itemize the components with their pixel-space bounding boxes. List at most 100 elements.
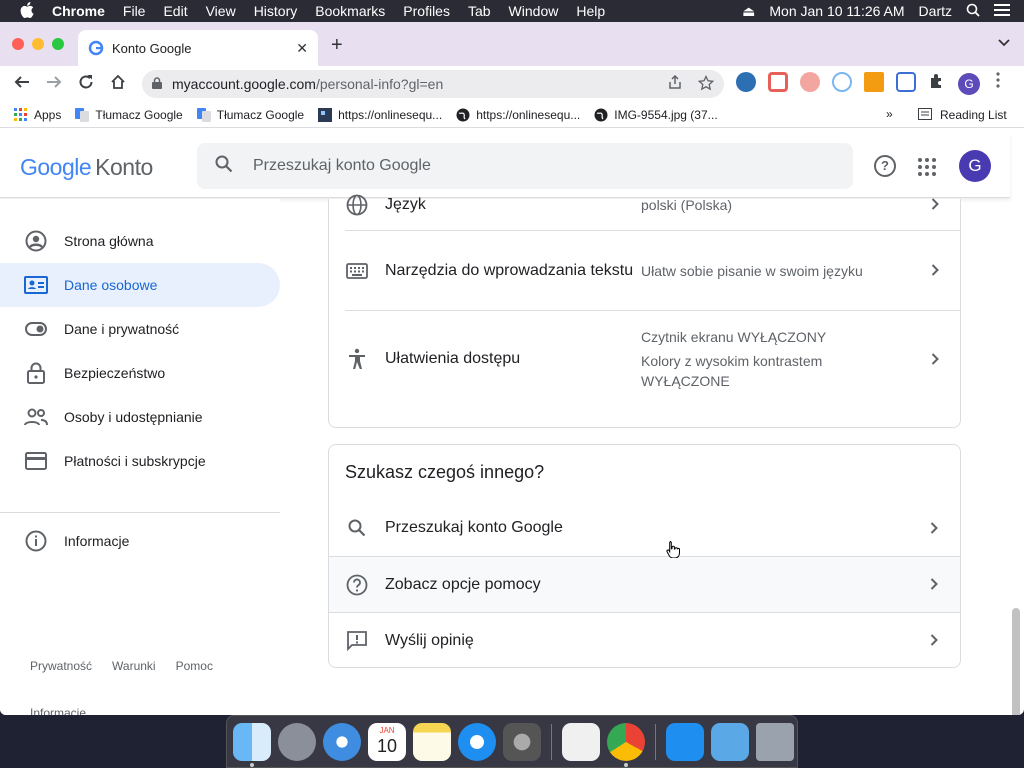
menu-profiles[interactable]: Profiles — [403, 3, 450, 19]
app-store-folder-icon[interactable] — [666, 722, 704, 761]
browser-toolbar: myaccount.google.com /personal-info?gl=e… — [0, 66, 1024, 102]
sidebar-item-security[interactable]: Bezpieczeństwo — [0, 351, 280, 395]
sidebar-item-personal-info[interactable]: Dane osobowe — [0, 263, 280, 307]
share-icon[interactable] — [668, 74, 682, 94]
calendar-icon[interactable]: JAN 10 — [368, 722, 406, 761]
sidebar-item-people-sharing[interactable]: Osoby i udostępnianie — [0, 395, 280, 439]
tab-search-chevron-icon[interactable] — [998, 36, 1010, 50]
extension-2-icon[interactable] — [768, 72, 788, 92]
search-icon — [345, 519, 369, 537]
bookmark-apps[interactable]: Apps — [14, 107, 61, 122]
back-arrow-icon[interactable] — [6, 74, 38, 95]
chrome-menu-icon[interactable] — [996, 72, 1000, 93]
reading-list-button[interactable]: Reading List — [918, 108, 1007, 123]
spotlight-search-icon[interactable] — [966, 3, 980, 20]
sidebar-item-data-privacy[interactable]: Dane i prywatność — [0, 307, 280, 351]
row-title: Zobacz opcje pomocy — [385, 575, 541, 593]
sidebar-item-label: Bezpieczeństwo — [64, 365, 166, 381]
extension-6-icon[interactable] — [896, 72, 916, 92]
menu-app-name[interactable]: Chrome — [52, 3, 105, 19]
finder-icon[interactable] — [233, 722, 271, 767]
footer-terms-link[interactable]: Warunki — [112, 659, 156, 673]
sidebar-item-home[interactable]: Strona główna — [0, 219, 280, 263]
send-feedback-row[interactable]: Wyślij opinię — [329, 612, 960, 668]
footer-info-link[interactable]: Informacje — [30, 706, 86, 715]
google-apps-icon[interactable] — [918, 158, 936, 176]
extension-1-icon[interactable] — [736, 72, 756, 92]
puzzle-extensions-icon[interactable] — [928, 72, 948, 92]
forward-arrow-icon[interactable] — [38, 74, 70, 95]
sidebar-footer-links: Prywatność Warunki Pomoc — [30, 659, 213, 673]
bookmark-star-icon[interactable] — [697, 74, 715, 94]
menu-window[interactable]: Window — [509, 3, 559, 19]
screen-reader-status: Czytnik ekranu WYŁĄCZONY — [641, 329, 827, 345]
bookmark-label: https://onlinesequ... — [476, 107, 581, 122]
extension-3-icon[interactable] — [800, 72, 820, 92]
url-host: myaccount.google.com — [172, 76, 316, 92]
safari-icon[interactable] — [323, 722, 361, 761]
bookmark-onlinesequ-2[interactable]: https://onlinesequ... — [456, 108, 580, 122]
menu-bookmarks[interactable]: Bookmarks — [315, 3, 385, 19]
search-icon[interactable] — [215, 155, 233, 178]
input-tools-row[interactable]: Narzędzia do wprowadzania tekstu Ułatw s… — [345, 231, 961, 311]
zoom-window-button[interactable] — [52, 38, 64, 50]
search-account-row[interactable]: Przeszukaj konto Google — [329, 500, 960, 556]
google-konto-logo[interactable]: Google Konto — [20, 154, 153, 181]
system-preferences-icon[interactable] — [503, 722, 541, 761]
extension-4-icon[interactable] — [832, 72, 852, 92]
menubar-user[interactable]: Dartz — [919, 3, 952, 19]
eject-icon[interactable]: ⏏ — [742, 3, 755, 20]
menu-history[interactable]: History — [254, 3, 298, 19]
chevron-right-icon — [931, 194, 939, 215]
control-center-icon[interactable] — [994, 3, 1010, 20]
sidebar-item-payments[interactable]: Płatności i subskrypcje — [0, 439, 280, 483]
bookmark-translate-2[interactable]: Tłumacz Google — [196, 107, 304, 122]
textedit-icon[interactable] — [562, 722, 600, 761]
accessibility-row[interactable]: Ułatwienia dostępu Czytnik ekranu WYŁĄCZ… — [345, 311, 961, 407]
bookmark-img-9554[interactable]: IMG-9554.jpg (37... — [594, 108, 718, 122]
home-icon[interactable] — [102, 74, 134, 95]
chrome-icon[interactable] — [607, 722, 645, 767]
trash-icon[interactable] — [756, 722, 794, 761]
footer-help-link[interactable]: Pomoc — [176, 659, 213, 673]
sidebar-item-label: Osoby i udostępnianie — [64, 409, 203, 425]
new-tab-icon[interactable]: + — [331, 34, 343, 57]
menu-file[interactable]: File — [123, 3, 146, 19]
notes-icon[interactable] — [413, 722, 451, 761]
dock-separator — [655, 723, 656, 760]
footer-privacy-link[interactable]: Prywatność — [30, 659, 92, 673]
menubar-datetime[interactable]: Mon Jan 10 11:26 AM — [769, 3, 904, 19]
apple-icon[interactable] — [20, 1, 38, 21]
tab-strip: Konto Google ✕ + — [0, 22, 1024, 66]
launchpad-icon[interactable] — [278, 722, 316, 761]
reload-icon[interactable] — [70, 74, 102, 95]
account-avatar[interactable]: G — [959, 150, 991, 182]
profile-avatar[interactable]: G — [958, 73, 980, 95]
bookmark-label: Tłumacz Google — [95, 107, 183, 122]
close-tab-icon[interactable]: ✕ — [296, 40, 308, 57]
reading-list-icon — [918, 108, 932, 123]
menu-view[interactable]: View — [206, 3, 236, 19]
folder-icon[interactable] — [711, 722, 749, 761]
sidebar-item-about[interactable]: Informacje — [0, 519, 280, 563]
bookmark-translate-1[interactable]: Tłumacz Google — [75, 107, 183, 122]
address-bar[interactable]: myaccount.google.com /personal-info?gl=e… — [142, 70, 724, 98]
browser-tab-active[interactable]: Konto Google ✕ — [78, 30, 318, 66]
extension-5-icon[interactable] — [864, 72, 884, 92]
lock-icon[interactable] — [152, 76, 162, 92]
menu-tab[interactable]: Tab — [468, 3, 491, 19]
id-card-icon — [24, 273, 48, 297]
help-options-row[interactable]: Zobacz opcje pomocy — [329, 556, 960, 612]
chrome-window: Konto Google ✕ + myaccount.google.com /p… — [0, 22, 1024, 715]
bookmarks-overflow-icon[interactable]: » — [886, 107, 893, 121]
language-row[interactable]: Język polski (Polska) — [345, 179, 961, 231]
url-path: /personal-info?gl=en — [315, 76, 444, 92]
close-window-button[interactable] — [12, 38, 24, 50]
app-store-icon[interactable] — [458, 722, 496, 761]
page-scrollbar[interactable] — [1012, 608, 1020, 715]
minimize-window-button[interactable] — [32, 38, 44, 50]
bookmark-onlinesequ-1[interactable]: https://onlinesequ... — [318, 107, 442, 122]
help-icon[interactable]: ? — [874, 155, 896, 177]
menu-edit[interactable]: Edit — [163, 3, 187, 19]
menu-help[interactable]: Help — [576, 3, 605, 19]
